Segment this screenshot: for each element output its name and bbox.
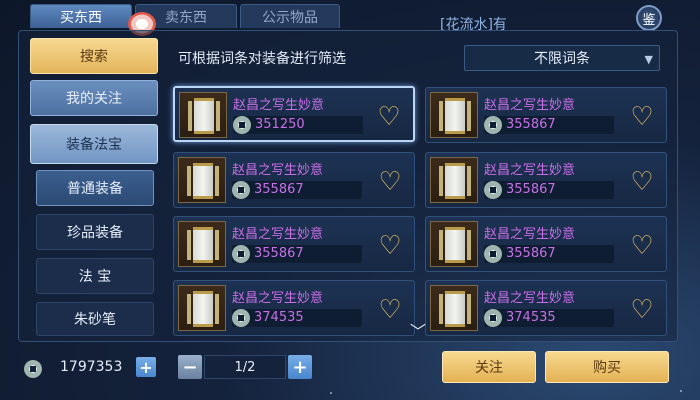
item-name: 赵昌之写生妙意 bbox=[232, 291, 324, 306]
price-bar: 374535 bbox=[232, 309, 362, 327]
item-price: 355867 bbox=[254, 182, 304, 197]
item-thumbnail bbox=[430, 157, 478, 203]
buy-button[interactable]: 购买 bbox=[545, 351, 669, 383]
item-price: 355867 bbox=[254, 246, 304, 261]
page-indicator: 1/2 bbox=[204, 355, 286, 379]
coin-icon bbox=[232, 181, 250, 199]
item-thumbnail bbox=[178, 285, 226, 331]
search-button[interactable]: 搜索 bbox=[30, 38, 158, 74]
add-currency-button[interactable]: + bbox=[136, 357, 156, 377]
coin-icon bbox=[232, 245, 250, 263]
chevron-down-icon: ▼ bbox=[644, 53, 653, 66]
item-card[interactable]: 赵昌之写生妙意 355867 ♡ bbox=[425, 216, 667, 272]
prev-page-button[interactable]: − bbox=[178, 355, 202, 379]
price-bar: 351250 bbox=[233, 116, 363, 134]
item-price: 355867 bbox=[506, 117, 556, 132]
coin-icon bbox=[484, 309, 502, 327]
item-name: 赵昌之写生妙意 bbox=[484, 227, 576, 242]
item-name: 赵昌之写生妙意 bbox=[233, 98, 325, 113]
heart-icon[interactable]: ♡ bbox=[376, 233, 404, 259]
item-price: 355867 bbox=[506, 246, 556, 261]
price-bar: 355867 bbox=[484, 116, 614, 134]
affix-filter-dropdown[interactable]: 不限词条 ▼ bbox=[464, 45, 660, 71]
my-follow-button[interactable]: 我的关注 bbox=[30, 80, 158, 116]
rare-equip-subcategory[interactable]: 珍品装备 bbox=[36, 214, 154, 250]
item-thumbnail bbox=[178, 221, 226, 267]
price-bar: 355867 bbox=[232, 181, 362, 199]
tab-public-items[interactable]: 公示物品 bbox=[240, 4, 340, 28]
heart-icon[interactable]: ♡ bbox=[628, 169, 656, 195]
price-bar: 374535 bbox=[484, 309, 614, 327]
coin-icon bbox=[24, 360, 42, 378]
item-price: 351250 bbox=[255, 117, 305, 132]
next-page-button[interactable]: + bbox=[288, 355, 312, 379]
item-card[interactable]: 赵昌之写生妙意 374535 ♡ bbox=[425, 280, 667, 336]
item-card[interactable]: 赵昌之写生妙意 355867 ♡ bbox=[425, 87, 667, 143]
coin-icon bbox=[484, 181, 502, 199]
heart-icon[interactable]: ♡ bbox=[628, 104, 656, 130]
coin-icon bbox=[484, 245, 502, 263]
coin-icon bbox=[233, 116, 251, 134]
heart-icon[interactable]: ♡ bbox=[376, 297, 404, 323]
item-name: 赵昌之写生妙意 bbox=[232, 163, 324, 178]
normal-equip-subcategory[interactable]: 普通装备 bbox=[36, 170, 154, 206]
tab-buy[interactable]: 买东西 bbox=[30, 4, 132, 28]
item-card[interactable]: 赵昌之写生妙意 355867 ♡ bbox=[425, 152, 667, 208]
wallet-amount: 1797353 bbox=[60, 359, 123, 375]
item-card[interactable]: 赵昌之写生妙意 374535 ♡ bbox=[173, 280, 415, 336]
heart-icon[interactable]: ♡ bbox=[628, 233, 656, 259]
scroll-down-chevron-icon[interactable]: ﹀ bbox=[410, 318, 426, 342]
heart-icon[interactable]: ♡ bbox=[376, 169, 404, 195]
item-thumbnail bbox=[179, 92, 227, 138]
price-bar: 355867 bbox=[232, 245, 362, 263]
item-thumbnail bbox=[430, 92, 478, 138]
price-bar: 355867 bbox=[484, 181, 614, 199]
fabao-subcategory[interactable]: 法 宝 bbox=[36, 258, 154, 294]
item-name: 赵昌之写生妙意 bbox=[484, 98, 576, 113]
item-price: 374535 bbox=[506, 310, 556, 325]
top-tab-bar: 买东西 卖东西 公示物品 bbox=[30, 4, 340, 28]
heart-icon[interactable]: ♡ bbox=[375, 104, 403, 130]
equip-treasure-category[interactable]: 装备法宝 bbox=[30, 124, 158, 164]
affix-filter-value: 不限词条 bbox=[534, 51, 590, 67]
price-bar: 355867 bbox=[484, 245, 614, 263]
appraise-button[interactable]: 鉴 bbox=[636, 5, 662, 31]
zhusha-subcategory[interactable]: 朱砂笔 bbox=[36, 302, 154, 336]
coin-icon bbox=[232, 309, 250, 327]
item-price: 355867 bbox=[506, 182, 556, 197]
item-thumbnail bbox=[430, 285, 478, 331]
item-name: 赵昌之写生妙意 bbox=[484, 163, 576, 178]
item-name: 赵昌之写生妙意 bbox=[484, 291, 576, 306]
item-card[interactable]: 赵昌之写生妙意 351250 ♡ bbox=[173, 86, 415, 142]
item-thumbnail bbox=[178, 157, 226, 203]
follow-button[interactable]: 关注 bbox=[442, 351, 536, 383]
item-name: 赵昌之写生妙意 bbox=[232, 227, 324, 242]
heart-icon[interactable]: ♡ bbox=[628, 297, 656, 323]
coin-icon bbox=[484, 116, 502, 134]
item-card[interactable]: 赵昌之写生妙意 355867 ♡ bbox=[173, 152, 415, 208]
item-thumbnail bbox=[430, 221, 478, 267]
item-price: 374535 bbox=[254, 310, 304, 325]
item-card[interactable]: 赵昌之写生妙意 355867 ♡ bbox=[173, 216, 415, 272]
filter-label: 可根据词条对装备进行筛选 bbox=[178, 51, 346, 67]
